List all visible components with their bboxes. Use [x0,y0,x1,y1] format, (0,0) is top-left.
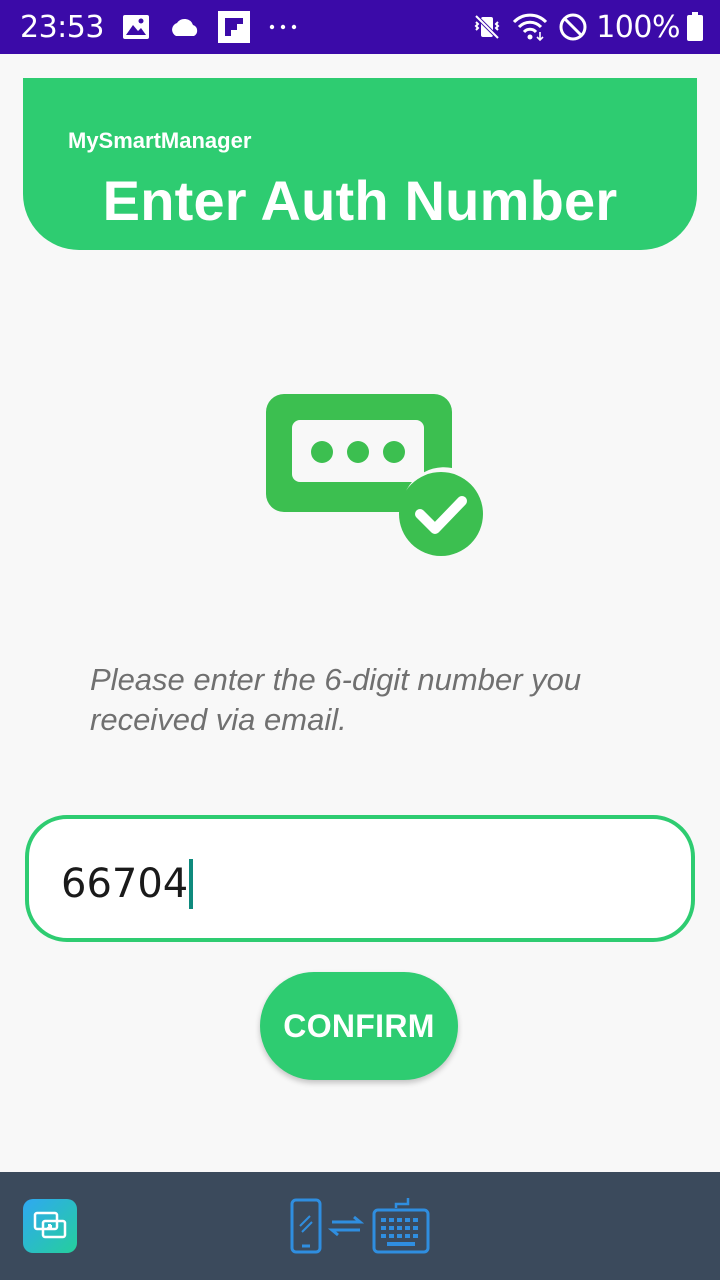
confirm-button[interactable]: CONFIRM [260,972,458,1080]
text-caret [189,859,194,909]
auth-code-value: 66704 [61,861,189,907]
status-left: 23:53 [20,0,298,54]
image-icon [122,14,150,40]
page-title: Enter Auth Number [102,169,618,232]
screen-mirror-icon[interactable] [23,1199,77,1253]
battery-percent: 100% [596,9,680,45]
message-check-icon [262,390,488,558]
bottom-bar [0,1172,720,1280]
status-bar: 23:53 100% [0,0,720,54]
header-card: MySmartManager Enter Auth Number [23,78,697,250]
more-dots-icon [268,23,298,31]
do-not-disturb-icon [558,12,588,42]
flipboard-icon [217,11,250,43]
vibrate-mute-icon [472,12,502,42]
status-right: 100% [462,0,704,54]
instruction-text: Please enter the 6-digit number you rece… [90,662,582,737]
auth-code-input[interactable]: 66704 [25,815,695,942]
cloud-icon [168,16,200,38]
status-time: 23:53 [20,9,104,45]
battery-icon [686,12,704,42]
auth-code-value-wrap: 66704 [61,859,194,909]
wifi-icon [512,12,548,42]
phone-keyboard-switch-icon[interactable] [288,1196,432,1256]
app-name: MySmartManager [68,128,252,153]
